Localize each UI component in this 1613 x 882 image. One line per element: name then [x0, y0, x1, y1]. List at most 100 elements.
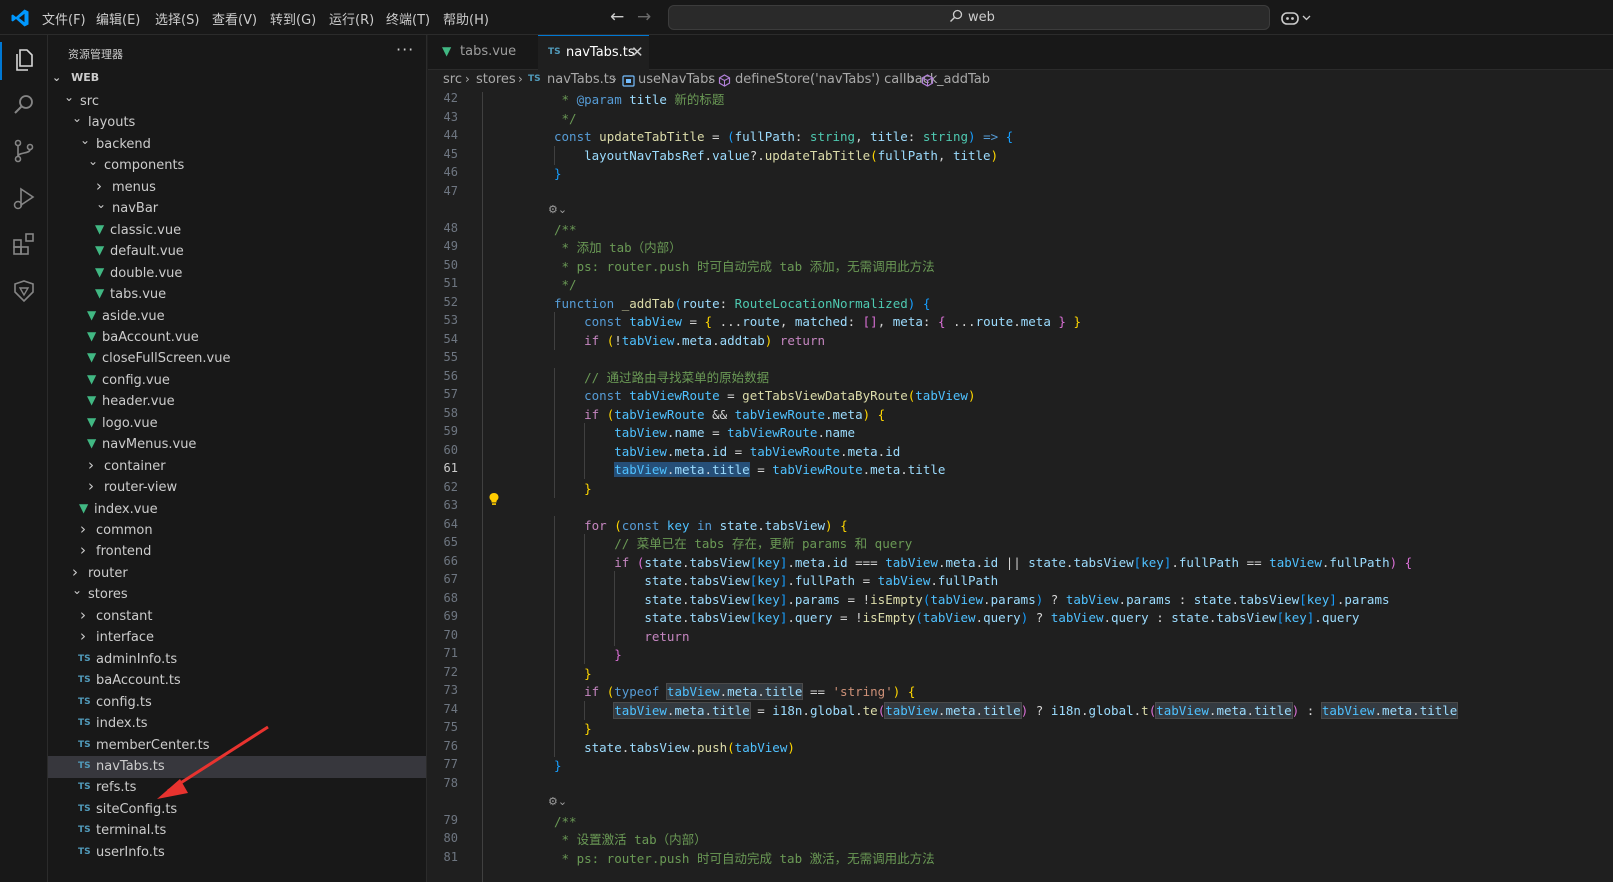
tree-item-label: classic.vue — [110, 223, 182, 238]
line-number: 80 — [443, 831, 458, 845]
tree-file[interactable]: ▼ logo.vue — [48, 413, 426, 435]
tree-folder[interactable]: › router — [48, 563, 426, 585]
tree-file[interactable]: TS terminal.ts — [48, 820, 426, 842]
tree-file[interactable]: ▼ baAccount.vue — [48, 327, 426, 349]
copilot-icon[interactable] — [1280, 9, 1312, 27]
indent-guide — [554, 368, 555, 387]
tree-folder[interactable]: ⌄ src — [48, 90, 426, 113]
code-line: 68 state.tabsView[key].params = !isEmpty… — [428, 590, 1613, 609]
tree-file[interactable]: ▼ header.vue — [48, 391, 426, 413]
tree-file[interactable]: ▼ closeFullScreen.vue — [48, 348, 426, 370]
code-line: 55 — [428, 349, 1613, 368]
indent-guide — [554, 442, 555, 461]
remote-explorer-icon[interactable] — [11, 278, 37, 304]
tree-file[interactable]: TS baAccount.ts — [48, 670, 426, 692]
tree-file[interactable]: ▼ aside.vue — [48, 306, 426, 328]
menu-item[interactable]: 帮助(H) — [443, 9, 489, 28]
source-control-icon[interactable] — [11, 138, 37, 164]
code-line: 60 tabView.meta.id = tabViewRoute.meta.i… — [428, 442, 1613, 461]
code-editor[interactable]: 42 * @param title 新的标题 43 */44 const updat… — [428, 92, 1613, 882]
line-number: 54 — [443, 332, 458, 346]
code-line: 62 } — [428, 479, 1613, 498]
indent-guide — [554, 608, 555, 627]
line-number: 59 — [443, 424, 458, 438]
tree-file[interactable]: TS config.ts — [48, 692, 426, 714]
indent-guide — [584, 460, 586, 479]
tree-folder[interactable]: › container — [48, 456, 426, 478]
method-icon — [921, 74, 934, 87]
chevron-right-icon: › — [80, 541, 86, 559]
workspace-root[interactable]: ⌄ WEB — [52, 71, 99, 84]
indent-guide — [554, 146, 555, 165]
tree-folder[interactable]: › frontend — [48, 541, 426, 563]
breadcrumb-item[interactable]: src — [443, 72, 462, 87]
line-number: 76 — [443, 739, 458, 753]
tree-folder[interactable]: ⌄ stores — [48, 583, 426, 606]
code-text: * ps: router.push 时可自动完成 tab 添加，无需调用此方法 — [554, 259, 935, 274]
menu-item[interactable]: 编辑(E) — [96, 9, 140, 28]
tree-folder[interactable]: › menus — [48, 177, 426, 199]
vue-file-icon: ▼ — [87, 436, 97, 450]
codelens-icon[interactable]: ⚙⌄ — [548, 203, 567, 216]
line-number: 45 — [443, 147, 458, 161]
indent-guide — [584, 701, 586, 720]
tree-file[interactable]: TS adminInfo.ts — [48, 649, 426, 671]
tree-folder[interactable]: › constant — [48, 606, 426, 628]
explorer-icon[interactable] — [11, 47, 37, 73]
code-text: return — [644, 629, 690, 644]
tree-folder[interactable]: › router-view — [48, 477, 426, 499]
annotation-arrow — [157, 725, 269, 799]
search-icon[interactable] — [11, 92, 37, 118]
tree-item-label: config.vue — [102, 373, 170, 388]
tree-folder[interactable]: ⌄ components — [48, 154, 426, 177]
tree-folder[interactable]: › interface — [48, 627, 426, 649]
tree-file[interactable]: ▼ navMenus.vue — [48, 434, 426, 456]
tree-file[interactable]: ▼ default.vue — [48, 241, 426, 263]
indent-guide — [554, 645, 555, 664]
ts-file-icon: TS — [78, 654, 91, 664]
tree-file[interactable]: ▼ index.vue — [48, 499, 426, 521]
menu-item[interactable]: 查看(V) — [212, 9, 257, 28]
tree-file[interactable]: ▼ config.vue — [48, 370, 426, 392]
tree-folder[interactable]: ⌄ navBar — [48, 197, 426, 220]
breadcrumb-item[interactable]: defineStore('navTabs') callback — [735, 72, 937, 87]
run-debug-icon[interactable] — [11, 185, 37, 211]
menu-item[interactable]: 转到(G) — [270, 9, 316, 28]
menu-item[interactable]: 选择(S) — [155, 9, 199, 28]
breadcrumb-item[interactable]: stores — [476, 72, 516, 87]
line-number: 56 — [443, 369, 458, 383]
menu-item[interactable]: 运行(R) — [329, 9, 374, 28]
tree-file[interactable]: ▼ double.vue — [48, 263, 426, 285]
forward-arrow-icon[interactable]: → — [637, 7, 651, 27]
code-text: // 菜单已在 tabs 存在，更新 params 和 query — [614, 536, 913, 551]
tab-tabs-vue[interactable]: ▼ tabs.vue — [428, 35, 538, 70]
tree-folder[interactable]: ⌄ layouts — [48, 111, 426, 134]
tree-file[interactable]: ▼ classic.vue — [48, 220, 426, 242]
tree-file[interactable]: TS userInfo.ts — [48, 842, 426, 864]
code-text: layoutNavTabsRef.value?.updateTabTitle(f… — [584, 148, 999, 163]
search-icon — [950, 9, 963, 22]
tree-file[interactable]: ▼ tabs.vue — [48, 284, 426, 306]
indent-guide — [584, 534, 586, 553]
line-number: 67 — [443, 572, 458, 586]
tree-folder[interactable]: › common — [48, 520, 426, 542]
code-line: 56 // 通过路由寻找菜单的原始数据 — [428, 368, 1613, 387]
code-line: 44 const updateTabTitle = (fullPath: stri… — [428, 127, 1613, 146]
line-number: 44 — [443, 128, 458, 142]
tab-navtabs-ts[interactable]: TS navTabs.ts ✕ — [538, 35, 649, 70]
more-actions-icon[interactable]: ··· — [396, 40, 414, 59]
breadcrumb-item[interactable]: navTabs.ts — [547, 72, 616, 87]
breadcrumb-item[interactable]: useNavTabs — [638, 72, 715, 87]
tree-folder[interactable]: ⌄ backend — [48, 133, 426, 156]
command-center-search[interactable]: web — [668, 5, 1270, 30]
chevron-right-icon: › — [80, 627, 86, 645]
vscode-logo-icon — [11, 9, 29, 27]
codelens-icon[interactable]: ⚙⌄ — [548, 795, 567, 808]
close-icon[interactable]: ✕ — [631, 43, 644, 61]
extensions-icon[interactable] — [11, 231, 37, 257]
breadcrumb-item[interactable]: _addTab — [937, 72, 990, 87]
menu-item[interactable]: 终端(T) — [386, 9, 430, 28]
menu-item[interactable]: 文件(F) — [42, 9, 86, 28]
code-text: state.tabsView[key].params = !isEmpty(ta… — [644, 592, 1390, 607]
back-arrow-icon[interactable]: ← — [610, 7, 624, 27]
